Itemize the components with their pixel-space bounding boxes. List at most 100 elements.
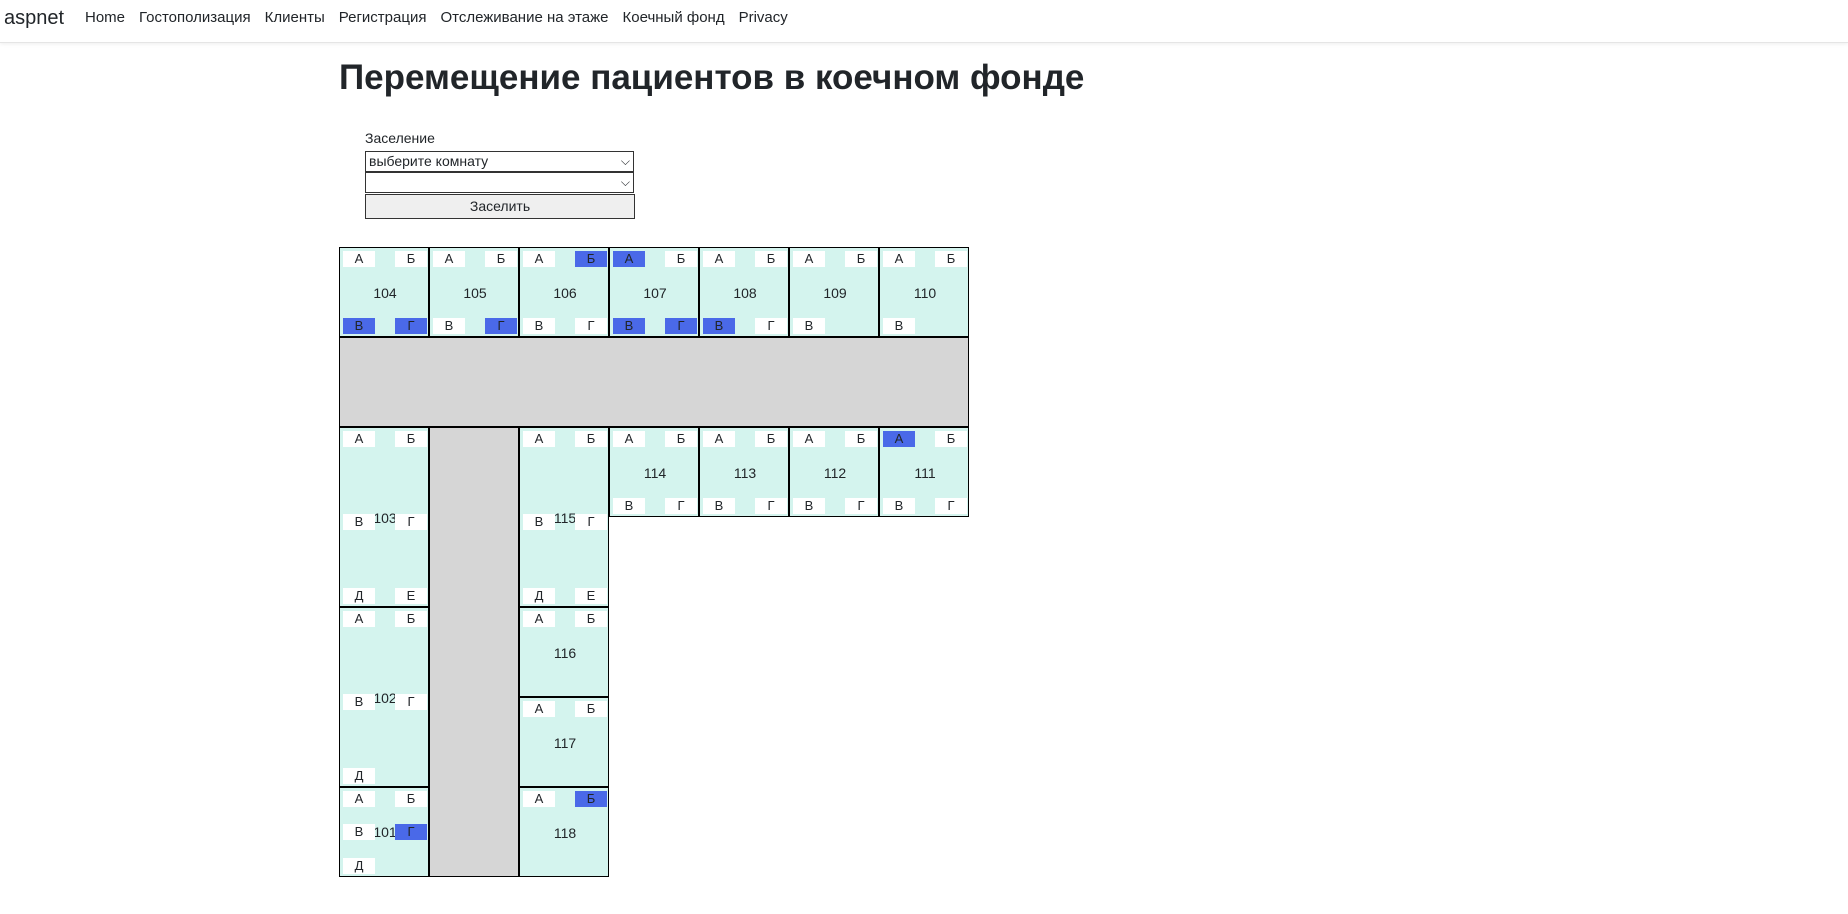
bed-106-4[interactable]: Г bbox=[575, 318, 607, 334]
bed-106-2[interactable]: Б bbox=[575, 251, 607, 267]
bed-101-2[interactable]: Б bbox=[395, 791, 427, 807]
nav-link-floor-tracking[interactable]: Отслеживание на этаже bbox=[433, 9, 615, 26]
room-109[interactable]: 109 А Б В bbox=[789, 247, 879, 337]
bed-114-3[interactable]: В bbox=[613, 498, 645, 514]
bed-104-1[interactable]: А bbox=[343, 251, 375, 267]
bed-101-3[interactable]: В bbox=[343, 824, 375, 840]
bed-105-3[interactable]: В bbox=[433, 318, 465, 334]
bed-102-2[interactable]: Б bbox=[395, 611, 427, 627]
room-103[interactable]: 103 А Б В Г Д Е bbox=[339, 427, 429, 607]
bed-select[interactable]: ⌵ bbox=[365, 172, 634, 193]
bed-108-3[interactable]: В bbox=[703, 318, 735, 334]
bed-113-2[interactable]: Б bbox=[755, 431, 787, 447]
room-118[interactable]: 118 А Б bbox=[519, 787, 609, 877]
bed-107-1[interactable]: А bbox=[613, 251, 645, 267]
room-110[interactable]: 110 А Б В bbox=[879, 247, 969, 337]
bed-105-2[interactable]: Б bbox=[485, 251, 517, 267]
bed-105-1[interactable]: А bbox=[433, 251, 465, 267]
bed-118-2[interactable]: Б bbox=[575, 791, 607, 807]
bed-113-1[interactable]: А bbox=[703, 431, 735, 447]
bed-111-2[interactable]: Б bbox=[935, 431, 967, 447]
bed-110-1[interactable]: А bbox=[883, 251, 915, 267]
nav-link-clients[interactable]: Клиенты bbox=[258, 9, 332, 26]
room-112[interactable]: 112 А Б В Г bbox=[789, 427, 879, 517]
room-108[interactable]: 108 А Б В Г bbox=[699, 247, 789, 337]
bed-103-1[interactable]: А bbox=[343, 431, 375, 447]
bed-101-5[interactable]: Д bbox=[343, 858, 375, 874]
room-116[interactable]: 116 А Б bbox=[519, 607, 609, 697]
bed-112-4[interactable]: Г bbox=[845, 498, 877, 514]
bed-115-4[interactable]: Г bbox=[575, 514, 607, 530]
room-106[interactable]: 106 А Б В Г bbox=[519, 247, 609, 337]
nav-link-bed-fund[interactable]: Коечный фонд bbox=[616, 9, 732, 26]
bed-103-3[interactable]: В bbox=[343, 514, 375, 530]
brand-logo[interactable]: aspnet bbox=[4, 7, 64, 30]
bed-109-1[interactable]: А bbox=[793, 251, 825, 267]
bed-113-4[interactable]: Г bbox=[755, 498, 787, 514]
bed-101-4[interactable]: Г bbox=[395, 824, 427, 840]
room-104[interactable]: 104 А Б В Г bbox=[339, 247, 429, 337]
bed-110-3[interactable]: В bbox=[883, 318, 915, 334]
bed-101-1[interactable]: А bbox=[343, 791, 375, 807]
bed-118-1[interactable]: А bbox=[523, 791, 555, 807]
room-111[interactable]: 111 А Б В Г bbox=[879, 427, 969, 517]
bed-106-1[interactable]: А bbox=[523, 251, 555, 267]
bed-104-4[interactable]: Г bbox=[395, 318, 427, 334]
bed-112-2[interactable]: Б bbox=[845, 431, 877, 447]
bed-117-2[interactable]: Б bbox=[575, 701, 607, 717]
bed-105-4[interactable]: Г bbox=[485, 318, 517, 334]
nav-link-privacy[interactable]: Privacy bbox=[732, 9, 795, 26]
bed-109-2[interactable]: Б bbox=[845, 251, 877, 267]
bed-102-5[interactable]: Д bbox=[343, 768, 375, 784]
bed-107-4[interactable]: Г bbox=[665, 318, 697, 334]
bed-108-1[interactable]: А bbox=[703, 251, 735, 267]
room-105[interactable]: 105 А Б В Г bbox=[429, 247, 519, 337]
room-number: 101 bbox=[373, 824, 397, 840]
room-102[interactable]: 102 А Б В Г Д bbox=[339, 607, 429, 787]
bed-114-4[interactable]: Г bbox=[665, 498, 697, 514]
bed-114-2[interactable]: Б bbox=[665, 431, 697, 447]
bed-111-4[interactable]: Г bbox=[935, 498, 967, 514]
room-101[interactable]: 101 А Б В Г Д bbox=[339, 787, 429, 877]
bed-102-1[interactable]: А bbox=[343, 611, 375, 627]
room-113[interactable]: 113 А Б В Г bbox=[699, 427, 789, 517]
bed-116-2[interactable]: Б bbox=[575, 611, 607, 627]
settle-button[interactable]: Заселить bbox=[365, 194, 635, 219]
bed-115-6[interactable]: Е bbox=[575, 588, 607, 604]
bed-102-3[interactable]: В bbox=[343, 694, 375, 710]
bed-111-1[interactable]: А bbox=[883, 431, 915, 447]
nav-link-hospitalization[interactable]: Гостополизация bbox=[132, 9, 258, 26]
bed-106-3[interactable]: В bbox=[523, 318, 555, 334]
bed-115-2[interactable]: Б bbox=[575, 431, 607, 447]
bed-107-2[interactable]: Б bbox=[665, 251, 697, 267]
nav-link-home[interactable]: Home bbox=[78, 9, 132, 26]
bed-104-3[interactable]: В bbox=[343, 318, 375, 334]
bed-109-3[interactable]: В bbox=[793, 318, 825, 334]
room-107[interactable]: 107 А Б В Г bbox=[609, 247, 699, 337]
bed-112-1[interactable]: А bbox=[793, 431, 825, 447]
bed-108-2[interactable]: Б bbox=[755, 251, 787, 267]
bed-114-1[interactable]: А bbox=[613, 431, 645, 447]
bed-103-2[interactable]: Б bbox=[395, 431, 427, 447]
bed-108-4[interactable]: Г bbox=[755, 318, 787, 334]
room-117[interactable]: 117 А Б bbox=[519, 697, 609, 787]
room-115[interactable]: 115 А Б В Г Д Е bbox=[519, 427, 609, 607]
bed-103-4[interactable]: Г bbox=[395, 514, 427, 530]
bed-107-3[interactable]: В bbox=[613, 318, 645, 334]
room-114[interactable]: 114 А Б В Г bbox=[609, 427, 699, 517]
bed-113-3[interactable]: В bbox=[703, 498, 735, 514]
bed-112-3[interactable]: В bbox=[793, 498, 825, 514]
bed-115-3[interactable]: В bbox=[523, 514, 555, 530]
bed-104-2[interactable]: Б bbox=[395, 251, 427, 267]
bed-110-2[interactable]: Б bbox=[935, 251, 967, 267]
bed-111-3[interactable]: В bbox=[883, 498, 915, 514]
room-select[interactable]: выберите комнату ⌵ bbox=[365, 151, 634, 172]
nav-link-registration[interactable]: Регистрация bbox=[332, 9, 434, 26]
bed-102-4[interactable]: Г bbox=[395, 694, 427, 710]
bed-117-1[interactable]: А bbox=[523, 701, 555, 717]
bed-103-5[interactable]: Д bbox=[343, 588, 375, 604]
bed-115-1[interactable]: А bbox=[523, 431, 555, 447]
bed-116-1[interactable]: А bbox=[523, 611, 555, 627]
bed-115-5[interactable]: Д bbox=[523, 588, 555, 604]
bed-103-6[interactable]: Е bbox=[395, 588, 427, 604]
